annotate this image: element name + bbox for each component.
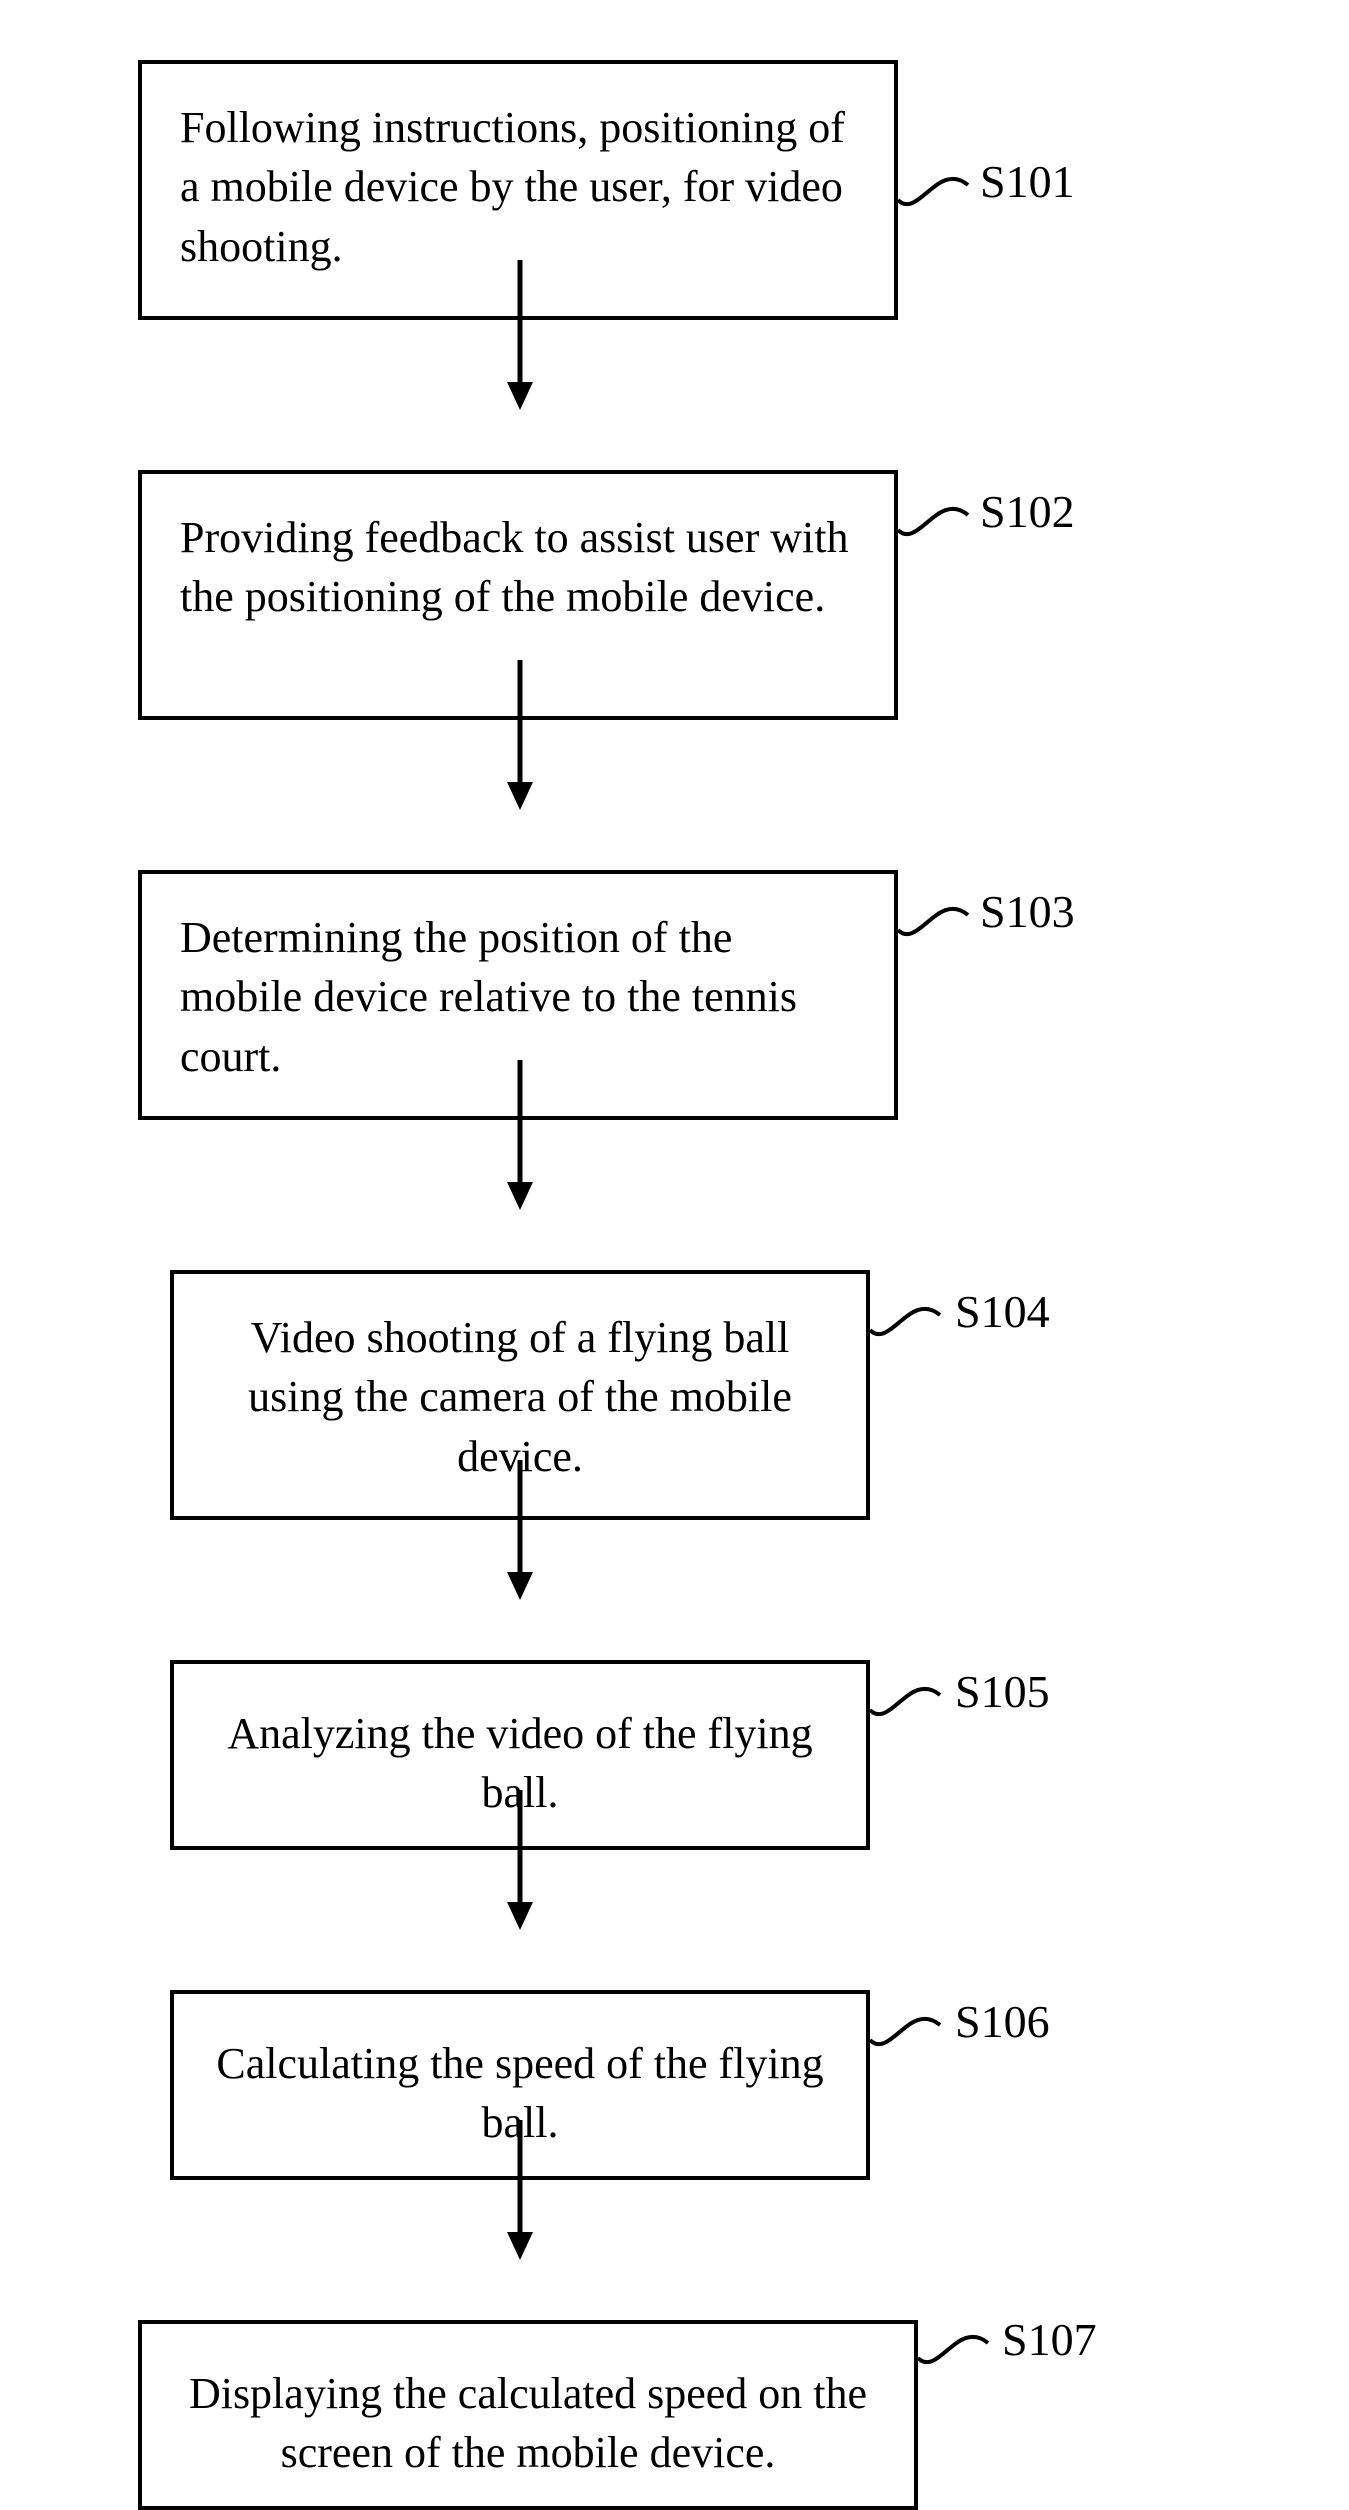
step-label-s106: S106: [955, 1995, 1050, 2048]
step-label-s104: S104: [955, 1285, 1050, 1338]
step-text-s104: Video shooting of a flying ball using th…: [248, 1313, 792, 1481]
label-connector-s102: [898, 500, 978, 560]
step-label-s105: S105: [955, 1665, 1050, 1718]
step-label-s101: S101: [980, 155, 1075, 208]
step-label-s102: S102: [980, 485, 1075, 538]
step-label-s107: S107: [1002, 2313, 1097, 2366]
label-connector-s105: [870, 1680, 950, 1740]
step-text-s107: Displaying the calculated speed on the s…: [189, 2369, 867, 2477]
step-text-s102: Providing feedback to assist user with t…: [180, 513, 848, 621]
arrow-s103-s104: [505, 1060, 535, 1215]
label-connector-s106: [870, 2010, 950, 2070]
step-text-s101: Following instructions, positioning of a…: [180, 103, 845, 271]
step-text-s103: Determining the position of the mobile d…: [180, 913, 797, 1081]
label-connector-s107: [918, 2328, 998, 2388]
label-connector-s103: [898, 900, 978, 960]
step-box-s107: Displaying the calculated speed on the s…: [138, 2320, 918, 2510]
arrow-s106-s107: [505, 2120, 535, 2265]
arrow-s102-s103: [505, 660, 535, 815]
arrow-s105-s106: [505, 1790, 535, 1935]
arrow-s104-s105: [505, 1460, 535, 1605]
label-connector-s104: [870, 1300, 950, 1360]
arrow-s101-s102: [505, 260, 535, 415]
flowchart-container: Following instructions, positioning of a…: [0, 0, 1349, 2394]
step-label-s103: S103: [980, 885, 1075, 938]
label-connector-s101: [898, 170, 978, 230]
